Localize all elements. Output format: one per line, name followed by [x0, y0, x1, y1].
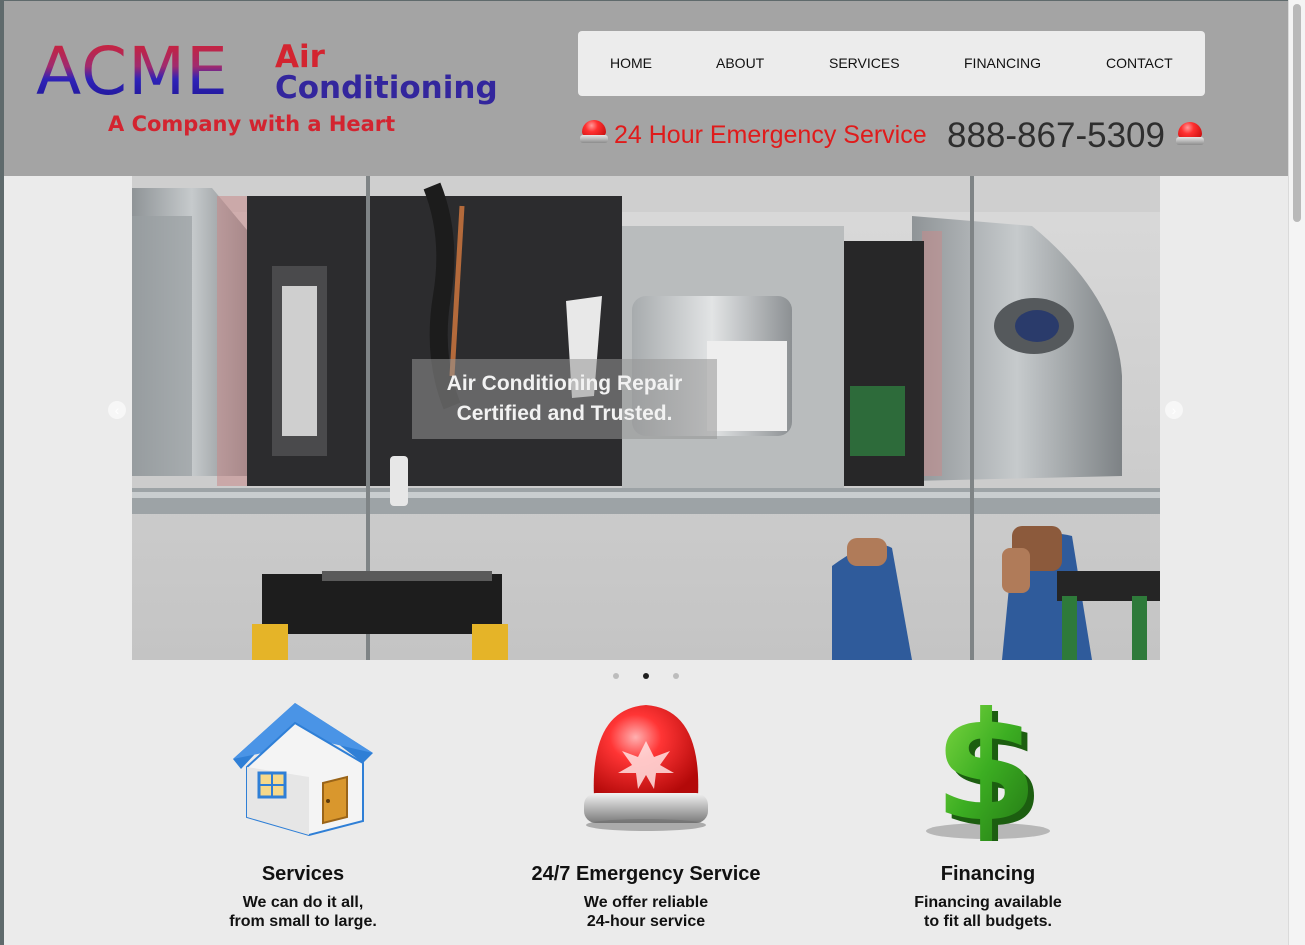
house-icon: [223, 689, 383, 841]
scrollbar-thumb[interactable]: [1293, 4, 1301, 222]
nav-about-link[interactable]: ABOUT: [716, 31, 764, 96]
chevron-left-icon: ‹: [114, 402, 120, 418]
main-nav: HOME ABOUT SERVICES FINANCING CONTACT: [578, 31, 1205, 96]
nav-home-link[interactable]: HOME: [610, 31, 652, 96]
feature-title: Financing: [940, 863, 1036, 885]
red-beacon-icon: [580, 119, 608, 145]
slider-dot-2[interactable]: [643, 673, 649, 679]
nav-financing-link[interactable]: FINANCING: [964, 31, 1041, 96]
feature-services: Services We can do it all, from small to…: [153, 689, 453, 931]
emergency-service-text: 24 Hour Emergency Service: [614, 121, 927, 149]
feature-financing: $ $ Financing Financing available to fit…: [838, 681, 1138, 931]
feature-title: 24/7 Emergency Service: [531, 863, 761, 885]
logo-acme-text: ACME: [36, 33, 229, 110]
hero-slider[interactable]: Air Conditioning Repair Certified and Tr…: [132, 176, 1160, 660]
nav-services-link[interactable]: SERVICES: [829, 31, 900, 96]
chevron-right-icon: ›: [1171, 402, 1177, 418]
feature-description: We can do it all, from small to large.: [229, 894, 377, 930]
emergency-contact-bar: 24 Hour Emergency Service 888-867-5309: [578, 115, 1208, 159]
logo-tagline: A Company with a Heart: [108, 112, 396, 136]
feature-description: Financing available to fit all budgets.: [914, 894, 1062, 930]
slider-prev-arrow[interactable]: ‹: [108, 401, 126, 419]
phone-number[interactable]: 888-867-5309: [947, 116, 1165, 156]
site-header: ACME Air Conditioning A Company with a H…: [4, 1, 1288, 176]
vertical-scrollbar[interactable]: [1288, 0, 1305, 945]
red-beacon-icon: [566, 689, 726, 841]
dollar-sign-icon: $ $: [908, 681, 1068, 861]
slide-caption-line-1: Air Conditioning Repair: [446, 372, 683, 395]
page: ACME Air Conditioning A Company with a H…: [4, 1, 1288, 945]
svg-text:$: $: [934, 689, 1038, 841]
slider-dot-3[interactable]: [673, 673, 679, 679]
slide-caption-line-2: Certified and Trusted.: [456, 402, 673, 425]
slide-caption: Air Conditioning Repair Certified and Tr…: [412, 359, 717, 439]
slider-dot-1[interactable]: [613, 673, 619, 679]
logo-conditioning-text: Conditioning: [275, 70, 498, 106]
feature-description: We offer reliable 24-hour service: [583, 894, 709, 930]
feature-title: Services: [261, 863, 345, 885]
logo[interactable]: ACME Air Conditioning A Company with a H…: [36, 37, 506, 147]
red-beacon-icon: [1176, 121, 1204, 147]
logo-air-text: Air: [275, 39, 325, 75]
nav-contact-link[interactable]: CONTACT: [1106, 31, 1173, 96]
feature-emergency: 24/7 Emergency Service We offer reliable…: [496, 689, 796, 931]
slider-next-arrow[interactable]: ›: [1165, 401, 1183, 419]
